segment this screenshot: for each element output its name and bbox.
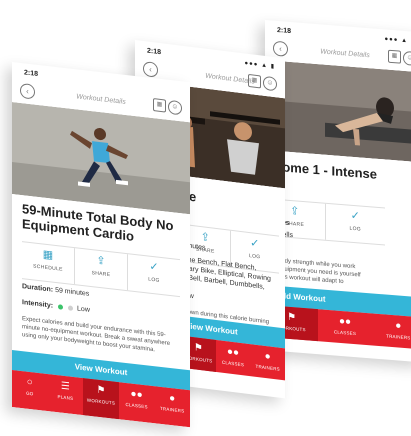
log-button[interactable]: ✓ LOG <box>128 254 180 296</box>
intensity-level-icon <box>58 303 64 310</box>
workout-photo <box>12 102 190 215</box>
schedule-button[interactable]: ▦ SCHEDULE <box>22 242 75 285</box>
signal-icons: ●●● ▲ ▮ <box>384 36 411 45</box>
intensity-value: Low <box>77 305 90 314</box>
intensity-label: Intensity: <box>22 299 54 310</box>
calendar-icon[interactable]: ▦ <box>388 49 401 64</box>
duration-label: Duration: <box>22 283 54 294</box>
checkmark-icon: ✓ <box>350 209 360 223</box>
detail-line: Low <box>181 292 275 311</box>
tab-trainers[interactable]: ● TRAINERS <box>154 386 190 427</box>
checkmark-icon: ✓ <box>149 260 159 274</box>
signal-icons: ●●● ▲ ▮ <box>244 60 275 71</box>
status-time: 2:18 <box>147 47 162 57</box>
intensity-level-icon <box>68 305 74 311</box>
workout-photo <box>265 60 411 163</box>
share-icon: ⇪ <box>96 254 106 268</box>
tab-trainers[interactable]: ● TRAINERS <box>372 313 411 349</box>
user-icon[interactable]: ☺ <box>168 99 182 116</box>
tab-plans[interactable]: ☰ PLANS <box>48 374 84 415</box>
share-button[interactable]: ⇪ SHARE <box>75 248 128 291</box>
tab-classes[interactable]: ●● CLASSES <box>119 382 155 423</box>
back-phone-screen: 2:18 ●●● ▲ ▮ ‹ Workout Details ▦ ☺ t Hom… <box>265 20 411 363</box>
status-time: 2:18 <box>24 69 39 78</box>
workout-title: ite <box>181 188 277 215</box>
tab-classes[interactable]: ●● CLASSES <box>318 309 371 345</box>
duration-value: 59 minutes <box>55 286 90 298</box>
tab-trainers[interactable]: ● TRAINERS <box>250 344 285 380</box>
user-icon[interactable]: ☺ <box>263 75 277 92</box>
status-time: 2:18 <box>277 26 292 36</box>
workout-title: t Home 1 - Intense <box>265 158 377 182</box>
tab-go[interactable]: ○ GO <box>12 370 48 411</box>
tab-classes[interactable]: ●● CLASSES <box>216 340 251 376</box>
calendar-icon[interactable]: ▦ <box>248 73 261 89</box>
user-icon[interactable]: ☺ <box>403 50 411 66</box>
calendar-icon: ▦ <box>42 248 54 262</box>
tab-workouts[interactable]: ⚑ WORKOUTS <box>83 378 119 420</box>
calendar-icon[interactable]: ▦ <box>153 98 166 113</box>
front-phone-screen: 2:18 ‹ Workout Details ▦ ☺ 59-Minute Tot… <box>12 62 190 428</box>
back-icon[interactable]: ‹ <box>143 60 158 78</box>
